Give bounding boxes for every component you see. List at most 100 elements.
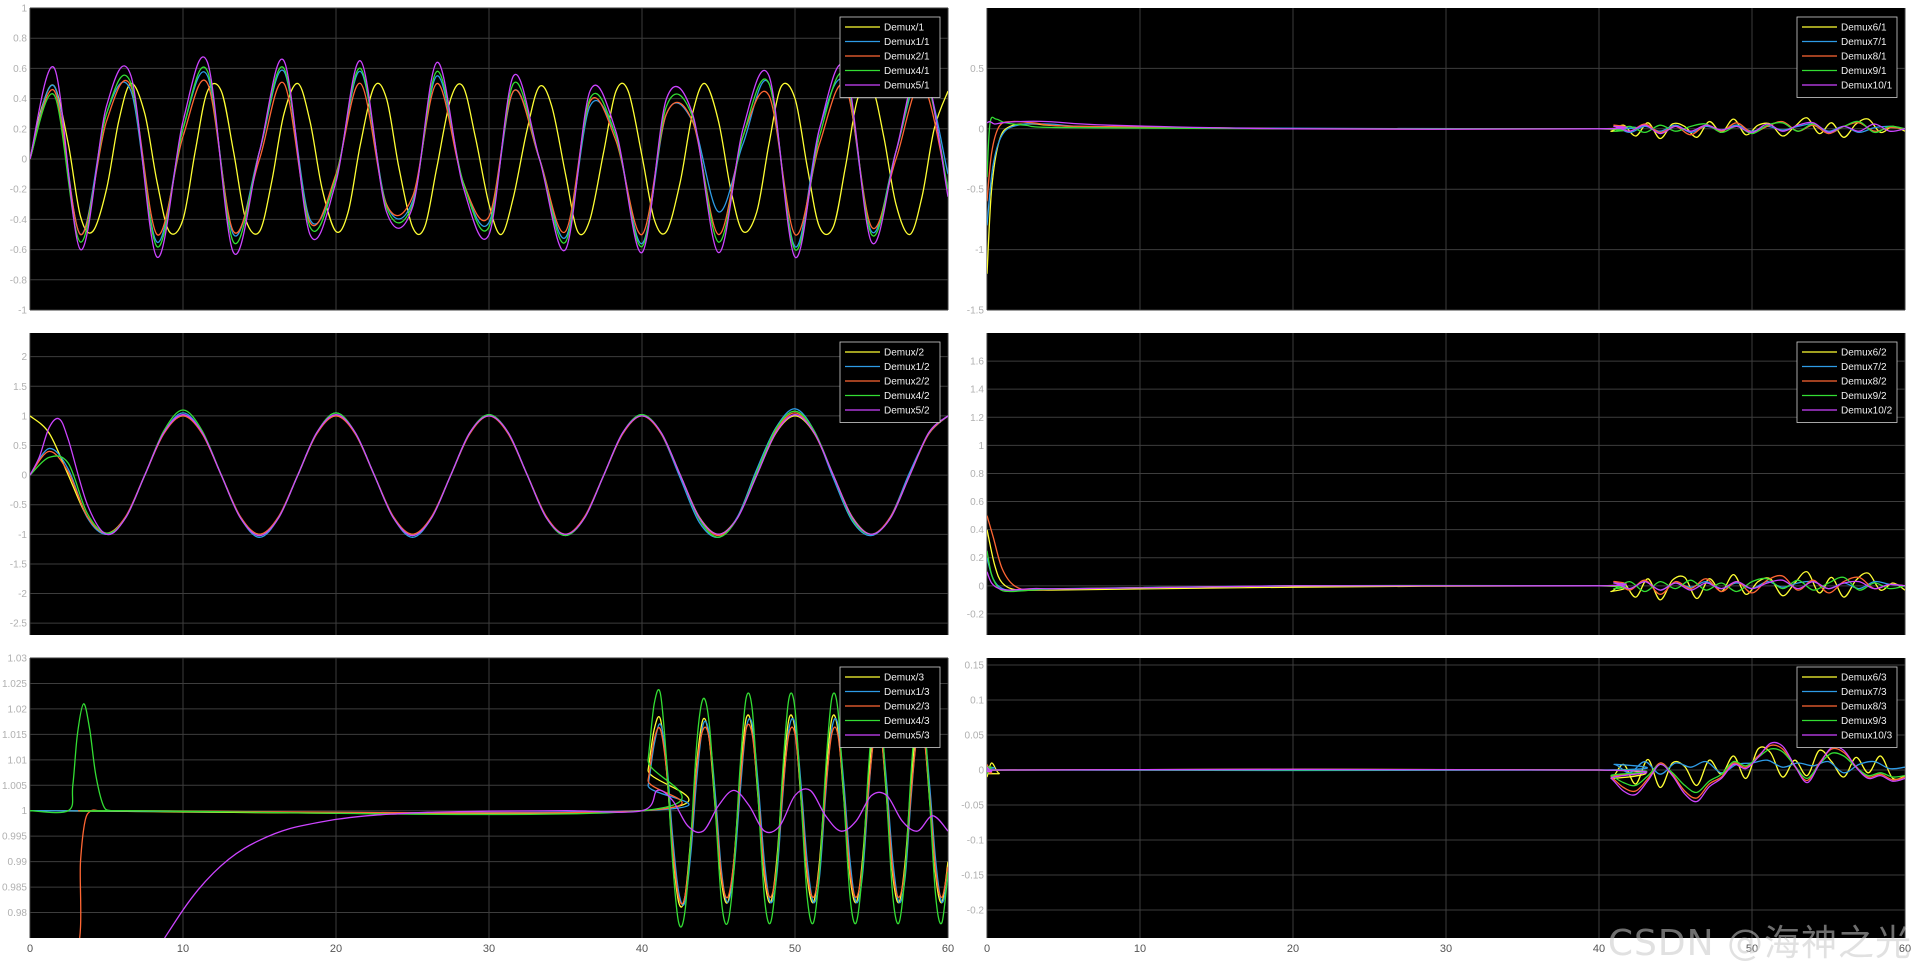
y-tick-label: -0.05 (961, 801, 984, 812)
legend-entry: Demux4/2 (884, 391, 930, 402)
y-tick-label: 0.98 (8, 908, 28, 919)
figure-canvas: -1-0.8-0.6-0.4-0.200.20.40.60.81Demux/1D… (2, 4, 1911, 956)
y-tick-label: 0 (21, 471, 27, 482)
x-tick-label: 10 (177, 943, 189, 955)
legend-entry: Demux7/1 (1841, 37, 1887, 48)
legend-entry: Demux8/2 (1841, 377, 1887, 388)
y-tick-label: 1 (21, 806, 27, 817)
y-tick-label: 0.05 (965, 731, 985, 742)
y-tick-label: 0.6 (970, 497, 984, 508)
y-tick-label: -0.2 (10, 185, 28, 196)
legend-entry: Demux8/1 (1841, 52, 1887, 63)
y-tick-label: 0.2 (13, 124, 27, 135)
y-tick-label: 2 (21, 352, 27, 363)
legend-entry: Demux5/1 (884, 81, 930, 92)
legend-entry: Demux/1 (884, 23, 924, 34)
y-tick-label: 0.15 (965, 661, 985, 672)
legend-entry: Demux9/2 (1841, 391, 1887, 402)
legend: Demux/1 Demux1/1 Demux2/1 Demux4/1 Demux5/1 (839, 16, 941, 98)
x-tick-label: 50 (789, 943, 801, 955)
legend-entry: Demux4/3 (884, 716, 930, 727)
x-tick-label: 20 (330, 943, 342, 955)
x-tick-label: 0 (984, 943, 990, 955)
axes-p2: -1.5-1-0.500.5Demux6/1Demux7/1Demux8/1De… (967, 8, 1906, 317)
y-tick-label: 0 (21, 155, 27, 166)
y-tick-label: 0 (978, 124, 984, 135)
y-tick-label: 0.1 (970, 696, 984, 707)
y-tick-label: -1 (18, 530, 27, 541)
x-tick-label: 10 (1134, 943, 1146, 955)
y-tick-label: 1.02 (8, 704, 28, 715)
y-tick-label: -0.5 (967, 185, 985, 196)
legend-entry: Demux9/1 (1841, 66, 1887, 77)
y-tick-label: -2.5 (10, 619, 28, 630)
legend-entry: Demux7/2 (1841, 362, 1887, 373)
y-tick-label: 0.5 (970, 64, 984, 75)
legend-entry: Demux10/1 (1841, 81, 1893, 92)
legend-entry: Demux10/2 (1841, 406, 1893, 417)
axes-p4: -0.200.20.40.60.811.21.41.6Demux6/2Demux… (967, 333, 1906, 635)
legend-entry: Demux1/1 (884, 37, 930, 48)
x-tick-label: 30 (483, 943, 495, 955)
y-tick-label: -0.2 (967, 906, 985, 917)
legend-entry: Demux5/2 (884, 406, 930, 417)
legend-entry: Demux4/1 (884, 66, 930, 77)
y-tick-label: 1 (21, 4, 27, 15)
x-tick-label: 30 (1440, 943, 1452, 955)
legend-entry: Demux8/3 (1841, 702, 1887, 713)
y-tick-label: -0.8 (10, 275, 28, 286)
y-tick-label: 0.5 (13, 441, 27, 452)
y-tick-label: 0.8 (13, 34, 27, 45)
legend-entry: Demux6/3 (1841, 673, 1887, 684)
axes-p6: 0 10 20 30 40 50 60-0.2-0.15-0.1-0.0500.050.10… (961, 658, 1911, 955)
y-tick-label: -1 (975, 245, 984, 256)
legend-entry: Demux10/3 (1841, 731, 1893, 742)
legend: Demux6/2 Demux7/2 Demux8/2 Demux9/2 Demux10/… (1796, 341, 1898, 423)
legend: Demux6/1 Demux7/1 Demux8/1 Demux9/1 Demux10/… (1796, 16, 1898, 98)
y-tick-label: -0.15 (961, 871, 984, 882)
legend: Demux/2 Demux1/2 Demux2/2 Demux4/2 Demux5/2 (839, 341, 941, 423)
y-tick-label: -0.1 (967, 836, 985, 847)
legend: Demux/3 Demux1/3 Demux2/3 Demux4/3 Demux5/3 (839, 666, 941, 748)
y-tick-label: 0 (978, 766, 984, 777)
x-tick-label: 40 (636, 943, 648, 955)
y-tick-label: 0.985 (2, 883, 27, 894)
y-tick-label: 1.5 (13, 382, 27, 393)
x-tick-label: 60 (942, 943, 954, 955)
legend-entry: Demux2/2 (884, 377, 930, 388)
y-tick-label: 1.005 (2, 781, 27, 792)
axes-p1: -1-0.8-0.6-0.4-0.200.20.40.60.81Demux/1D… (10, 4, 949, 317)
y-tick-label: 1 (21, 411, 27, 422)
y-tick-label: -0.4 (10, 215, 28, 226)
y-tick-label: -1 (18, 306, 27, 317)
legend: Demux6/3 Demux7/3 Demux8/3 Demux9/3 Demux10/… (1796, 666, 1898, 748)
x-tick-label: 40 (1593, 943, 1605, 955)
y-tick-label: 1.03 (8, 654, 28, 665)
x-tick-label: 0 (27, 943, 33, 955)
axes-p5: 0 10 20 30 40 50 60 0.98 0.985 0.99 0.995 1 1.005 1.0… (2, 654, 954, 956)
y-tick-label: 0.4 (13, 94, 27, 105)
y-tick-label: 1 (978, 441, 984, 452)
y-tick-label: 0.995 (2, 832, 27, 843)
y-tick-label: -1.5 (10, 559, 28, 570)
y-tick-label: -1.5 (967, 306, 985, 317)
y-tick-label: 0.4 (970, 525, 984, 536)
legend-entry: Demux1/3 (884, 687, 930, 698)
y-tick-label: 1.2 (970, 413, 984, 424)
y-tick-label: 1.01 (8, 755, 28, 766)
y-tick-label: 1.6 (970, 357, 984, 368)
y-tick-label: 1.4 (970, 385, 984, 396)
y-tick-label: -0.2 (967, 609, 985, 620)
y-tick-label: -2 (18, 589, 27, 600)
y-tick-label: 0.8 (970, 469, 984, 480)
legend-entry: Demux2/3 (884, 702, 930, 713)
y-tick-label: -0.5 (10, 500, 28, 511)
legend-entry: Demux2/1 (884, 52, 930, 63)
legend-entry: Demux/2 (884, 348, 924, 359)
y-tick-label: 1.025 (2, 679, 27, 690)
legend-entry: Demux6/2 (1841, 348, 1887, 359)
y-tick-label: 1.015 (2, 730, 27, 741)
axes-p3: -2.5 -2 -1.5 -1 -0.5 0 0.5 1 1.5 2 Demux/2 Demux1/2… (10, 333, 949, 635)
legend-entry: Demux7/3 (1841, 687, 1887, 698)
legend-entry: Demux1/2 (884, 362, 930, 373)
